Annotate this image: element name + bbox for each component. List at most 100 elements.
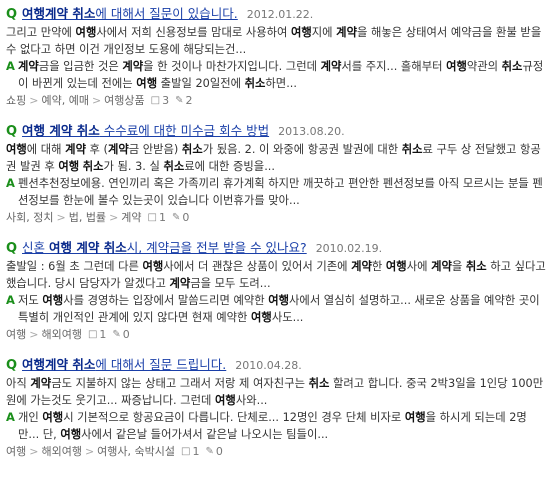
question-title-link[interactable]: 여행계약 취소에 대해서 질문 드립니다. (22, 355, 226, 375)
title-keyword-highlight: 여행계약 취소 (22, 6, 96, 21)
keyword-highlight: 취소 (244, 77, 266, 90)
keyword-highlight: 여행 (58, 160, 80, 173)
keyword-highlight: 여행 (42, 294, 64, 307)
question-snippet: 여행에 대해 계약 후 (계약금 안받음) 취소가 됬음. 2. 이 와중에 항… (6, 141, 546, 175)
keyword-highlight: 취소 (401, 143, 423, 156)
answer-count: 1 (99, 328, 107, 341)
like-count: 0 (215, 445, 223, 458)
speech-bubble-icon: □ (181, 446, 191, 457)
category-link[interactable]: 예약, 예매 (41, 92, 88, 109)
like-count: 0 (182, 211, 190, 224)
snippet-text: 료에 대한 증빙을... (184, 160, 275, 173)
snippet-text: 가 됨. 3. 실 (103, 160, 164, 173)
post-date: 2013.08.20. (278, 125, 345, 138)
snippet-text: 서를 주지... 홀해부터 (341, 60, 447, 73)
category-link[interactable]: 여행상품 (104, 92, 144, 109)
keyword-highlight: 여행 (42, 411, 64, 424)
question-marker: Q (6, 358, 18, 373)
result-item: Q 신혼 여행 계약 취소시, 계약금을 전부 받을 수 있나요? 2010.02.… (6, 238, 546, 343)
category-link[interactable]: 여행 (6, 326, 26, 343)
category-link[interactable]: 사회, 정치 (6, 209, 53, 226)
keyword-highlight: 여행 (385, 260, 407, 273)
keyword-highlight: 여행 (136, 77, 158, 90)
post-date: 2012.01.22. (246, 8, 314, 21)
keyword-highlight: 계약 (65, 143, 86, 156)
snippet-text: 사에 (406, 260, 432, 273)
question-marker: Q (6, 124, 18, 139)
question-title-line: Q 여행 계약 취소 수수료에 대한 미수금 회수 방법 2013.08.20. (6, 121, 546, 141)
category-link[interactable]: 여행사, 숙박시설 (97, 443, 175, 460)
snippet-text: 하면... (265, 77, 297, 90)
question-snippet: 그리고 만약에 여행사에서 저희 신용정보를 맘대로 사용하여 여행지에 계약을… (6, 24, 546, 58)
breadcrumb-separator: > (56, 211, 66, 224)
keyword-highlight: 여행 (446, 60, 467, 73)
question-snippet: 아직 계약금도 지불하지 않는 상태고 그래서 저랑 제 여자친구는 취소 할려… (6, 375, 546, 409)
question-snippet: 출발일 : 6월 초 그런데 다른 여행사에서 더 괜찮은 상품이 있어서 기존… (6, 258, 546, 292)
like-icon: ✎ (171, 212, 181, 223)
keyword-highlight: 취소 (465, 260, 487, 273)
snippet-text: 사도... (271, 311, 304, 324)
category-link[interactable]: 여행 (6, 443, 26, 460)
keyword-highlight: 계약 (320, 60, 342, 73)
question-marker: Q (6, 241, 18, 256)
question-title-line: Q 신혼 여행 계약 취소시, 계약금을 전부 받을 수 있나요? 2010.02.… (6, 238, 546, 258)
title-text: 에 대해서 질문 드립니다. (95, 357, 227, 372)
title-text: 신혼 (22, 240, 49, 255)
category-link[interactable]: 해외여행 (41, 326, 81, 343)
keyword-highlight: 계약 (30, 377, 52, 390)
question-title-link[interactable]: 신혼 여행 계약 취소시, 계약금을 전부 받을 수 있나요? (22, 238, 307, 258)
answer-snippet: A 저도 여행사를 경영하는 입장에서 말씀드리면 예약한 여행사에서 열심히 설… (6, 292, 546, 326)
snippet-text: 금을 입금한 것은 (38, 60, 123, 73)
result-meta: 여행 > 해외여행 > 여행사, 숙박시설 □ 1 ✎ 0 (6, 443, 546, 460)
keyword-highlight: 여행 (6, 143, 27, 156)
snippet-text: 지에 (311, 26, 337, 39)
category-link[interactable]: 법, 법률 (69, 209, 106, 226)
keyword-highlight: 계약 (107, 143, 129, 156)
answer-marker: A (6, 410, 15, 424)
speech-bubble-icon: □ (147, 212, 157, 223)
post-date: 2010.04.28. (235, 359, 302, 372)
snippet-text: 가 됬음. 2. 이 와중에 항공권 발권에 대한 (202, 143, 402, 156)
category-link[interactable]: 해외여행 (41, 443, 81, 460)
snippet-text: 시 기본적으로 항공요금이 다릅니다. 단체로... 12명인 경우 단체 비자… (63, 411, 405, 424)
title-text: 수수료에 대한 미수금 회수 방법 (99, 123, 270, 138)
title-keyword-highlight: 여행 계약 취소 (48, 240, 127, 255)
snippet-text: 에 대해 (26, 143, 66, 156)
keyword-highlight: 취소 (181, 143, 203, 156)
snippet-text: 금을 모두 도려... (190, 277, 271, 290)
like-count: 2 (185, 94, 193, 107)
answer-snippet: A 펜션추천정보에용. 연인끼리 혹은 가족끼리 휴가계획 하지만 깨끗하고 편안… (6, 175, 546, 209)
keyword-highlight: 취소 (501, 60, 523, 73)
post-date: 2010.02.19. (315, 242, 383, 255)
title-keyword-highlight: 여행 계약 취소 (22, 123, 100, 138)
snippet-text: 출발일 : 6월 초 그런데 다른 (6, 260, 143, 273)
answer-marker: A (6, 59, 15, 73)
snippet-text: 출발일 20일전에 (157, 77, 245, 90)
answer-snippet: A 계약금을 입금한 것은 계약을 한 것이나 마찬가지입니다. 그런데 계약서를… (6, 58, 546, 92)
snippet-text: 사에서 같은날 들어가셔서 같은날 나오시는 팀들이... (81, 428, 329, 441)
category-link[interactable]: 계약 (121, 209, 141, 226)
breadcrumb-separator: > (29, 445, 39, 458)
category-link[interactable]: 쇼핑 (6, 92, 26, 109)
like-count: 0 (122, 328, 130, 341)
speech-bubble-icon: □ (87, 329, 98, 340)
keyword-highlight: 여행 (75, 26, 97, 39)
answer-count: 1 (192, 445, 200, 458)
keyword-highlight: 계약 (169, 277, 191, 290)
keyword-highlight: 여행 (251, 311, 272, 324)
answer-snippet: A 개인 여행시 기본적으로 항공요금이 다릅니다. 단체로... 12명인 경우… (6, 409, 546, 443)
question-title-link[interactable]: 여행 계약 취소 수수료에 대한 미수금 회수 방법 (22, 121, 269, 141)
question-title-line: Q 여행계약 취소에 대해서 질문이 있습니다. 2012.01.22. (6, 4, 546, 24)
breadcrumb-separator: > (109, 211, 119, 224)
question-title-line: Q 여행계약 취소에 대해서 질문 드립니다. 2010.04.28. (6, 355, 546, 375)
question-title-link[interactable]: 여행계약 취소에 대해서 질문이 있습니다. (22, 4, 238, 24)
answer-marker: A (6, 176, 15, 190)
breadcrumb-separator: > (29, 328, 39, 341)
keyword-highlight: 계약 (431, 260, 452, 273)
result-item: Q 여행계약 취소에 대해서 질문 드립니다. 2010.04.28. 아직 계약금도… (6, 355, 546, 460)
like-icon: ✎ (112, 329, 121, 340)
title-text: 에 대해서 질문이 있습니다. (95, 6, 238, 21)
snippet-text: 후 ( (85, 143, 108, 156)
keyword-highlight: 여행 (142, 260, 164, 273)
answer-count: 3 (162, 94, 170, 107)
